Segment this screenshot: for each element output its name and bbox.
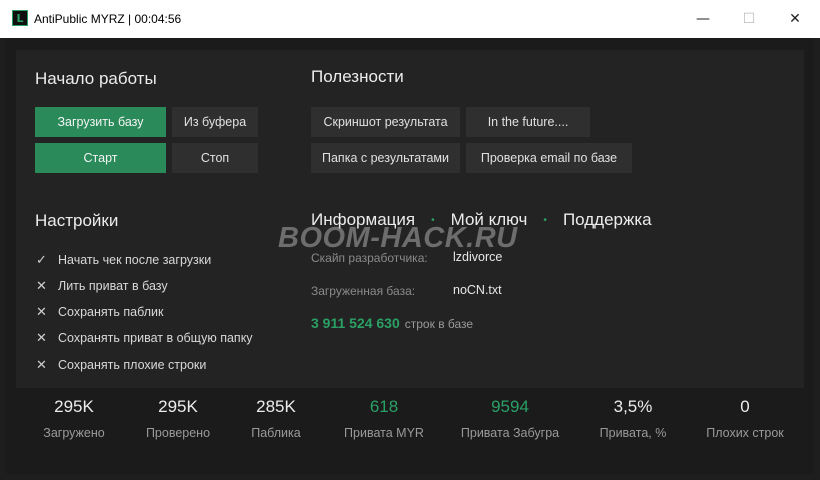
cross-icon: ✕ (36, 330, 47, 346)
cross-icon: ✕ (36, 304, 47, 320)
stat-label: Плохих строк (706, 426, 784, 440)
loaded-base-label: Загруженная база: (311, 284, 416, 298)
stat-label: Привата MYR (344, 426, 424, 440)
settings-section-title: Настройки (35, 211, 119, 230)
rows-count: 3 911 524 630 строк в базе (311, 315, 473, 331)
cross-icon: ✕ (36, 357, 47, 373)
maximize-button[interactable]: ☐ (726, 0, 772, 38)
start-section-title: Начало работы (35, 69, 157, 88)
future-button[interactable]: In the future.... (466, 107, 590, 137)
setting-push-private-to-base[interactable]: ✕ Лить приват в базу (36, 277, 168, 295)
stat-value: 618 (369, 397, 399, 416)
setting-save-public[interactable]: ✕ Сохранять паблик (36, 303, 163, 321)
checkmark-icon: ✓ (36, 252, 47, 268)
close-button[interactable]: ✕ (772, 0, 818, 38)
stat-label: Привата Забугра (460, 426, 560, 440)
stop-button[interactable]: Стоп (172, 143, 258, 173)
loaded-base-value: noCN.txt (453, 283, 502, 297)
utilities-section-title: Полезности (311, 67, 404, 86)
app-icon: L (12, 10, 28, 26)
load-base-button[interactable]: Загрузить базу (35, 107, 166, 137)
stats-bar: 295K Загружено 295K Проверено 285K Пабли… (16, 394, 804, 462)
results-folder-button[interactable]: Папка с результатами (311, 143, 460, 173)
cross-icon: ✕ (36, 278, 47, 294)
title-bar[interactable]: L AntiPublic MYRZ | 00:04:56 — ☐ ✕ (0, 0, 820, 38)
setting-label: Сохранять плохие строки (58, 358, 207, 372)
setting-save-bad-lines[interactable]: ✕ Сохранять плохие строки (36, 356, 206, 374)
stat-private-percent: 3,5% Привата, % (568, 394, 698, 440)
stat-value: 9594 (491, 397, 529, 416)
start-button[interactable]: Старт (35, 143, 166, 173)
separator-dot-icon: • (543, 214, 547, 226)
minimize-button[interactable]: — (680, 0, 726, 38)
stat-private-foreign: 9594 Привата Забугра (445, 394, 575, 440)
stat-label: Привата, % (599, 426, 667, 440)
tab-support[interactable]: Поддержка (563, 210, 652, 230)
stat-bad-lines: 0 Плохих строк (680, 394, 810, 440)
setting-label: Сохранять паблик (58, 305, 164, 319)
setting-save-private-common-folder[interactable]: ✕ Сохранять приват в общую папку (36, 329, 253, 347)
setting-label: Начать чек после загрузки (58, 253, 212, 267)
setting-label: Сохранять приват в общую папку (58, 331, 253, 345)
watermark: BOOM-HACK.RU (278, 222, 518, 254)
stat-private-myr: 618 Привата MYR (319, 394, 449, 440)
stat-value: 0 (740, 397, 750, 416)
rows-count-value: 3 911 524 630 (311, 315, 400, 331)
window-title: AntiPublic MYRZ | 00:04:56 (34, 12, 182, 26)
setting-label: Лить приват в базу (58, 279, 168, 293)
screenshot-button[interactable]: Скриншот результата (311, 107, 460, 137)
from-clipboard-button[interactable]: Из буфера (172, 107, 258, 137)
rows-count-suffix: строк в базе (404, 317, 474, 331)
email-check-button[interactable]: Проверка email по базе (466, 143, 632, 173)
stat-value: 3,5% (613, 397, 653, 416)
setting-start-check-after-load[interactable]: ✓ Начать чек после загрузки (36, 251, 211, 269)
